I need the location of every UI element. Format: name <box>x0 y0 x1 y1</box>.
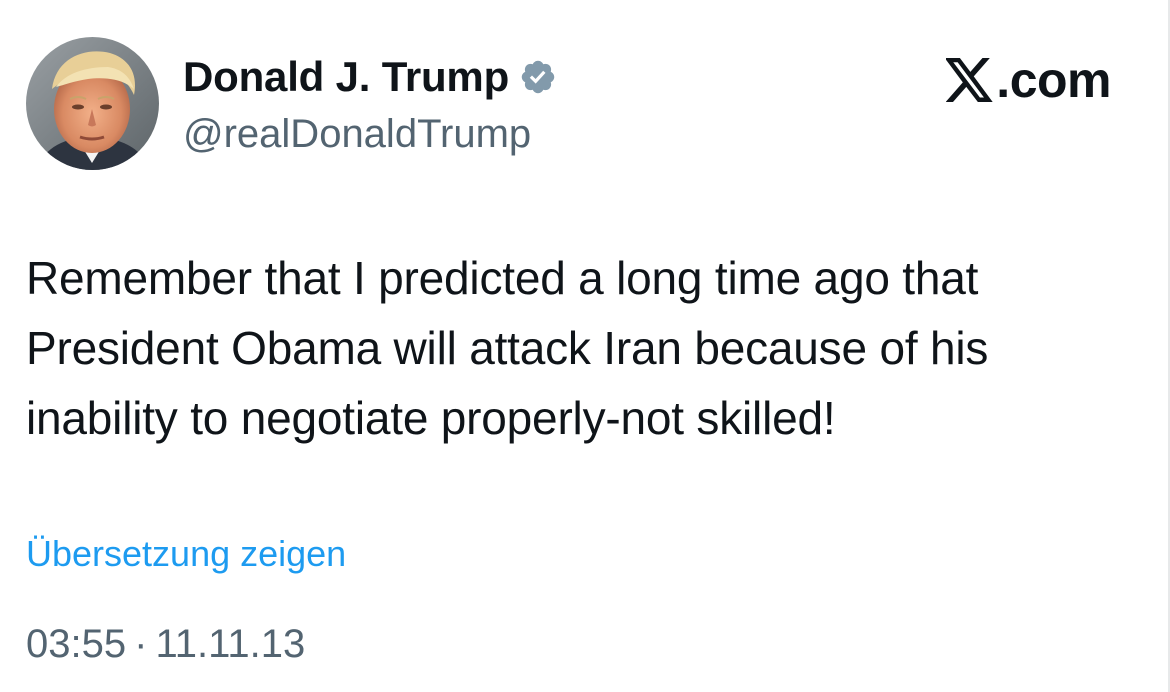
tweet-date[interactable]: 11.11.13 <box>155 622 305 666</box>
display-name[interactable]: Donald J. Trump <box>183 48 509 106</box>
translate-link[interactable]: Übersetzung zeigen <box>26 530 346 578</box>
author-block: Donald J. Trump @realDonaldTrump <box>183 48 557 160</box>
x-logo-icon <box>944 58 994 102</box>
tweet-text: Remember that I predicted a long time ag… <box>26 252 989 444</box>
brand-text: .com <box>996 52 1111 108</box>
tweet-meta: 03:55 · 11.11.13 <box>26 617 305 671</box>
tweet-time[interactable]: 03:55 <box>26 622 126 666</box>
avatar-image <box>26 37 159 170</box>
avatar[interactable] <box>26 37 159 170</box>
meta-separator: · <box>134 622 148 666</box>
name-row: Donald J. Trump <box>183 48 557 106</box>
handle[interactable]: @realDonaldTrump <box>183 108 557 160</box>
brand-logo: .com <box>944 52 1111 108</box>
tweet-card: Donald J. Trump @realDonaldTrump .com Re… <box>0 0 1170 692</box>
verified-badge-icon <box>519 58 557 96</box>
